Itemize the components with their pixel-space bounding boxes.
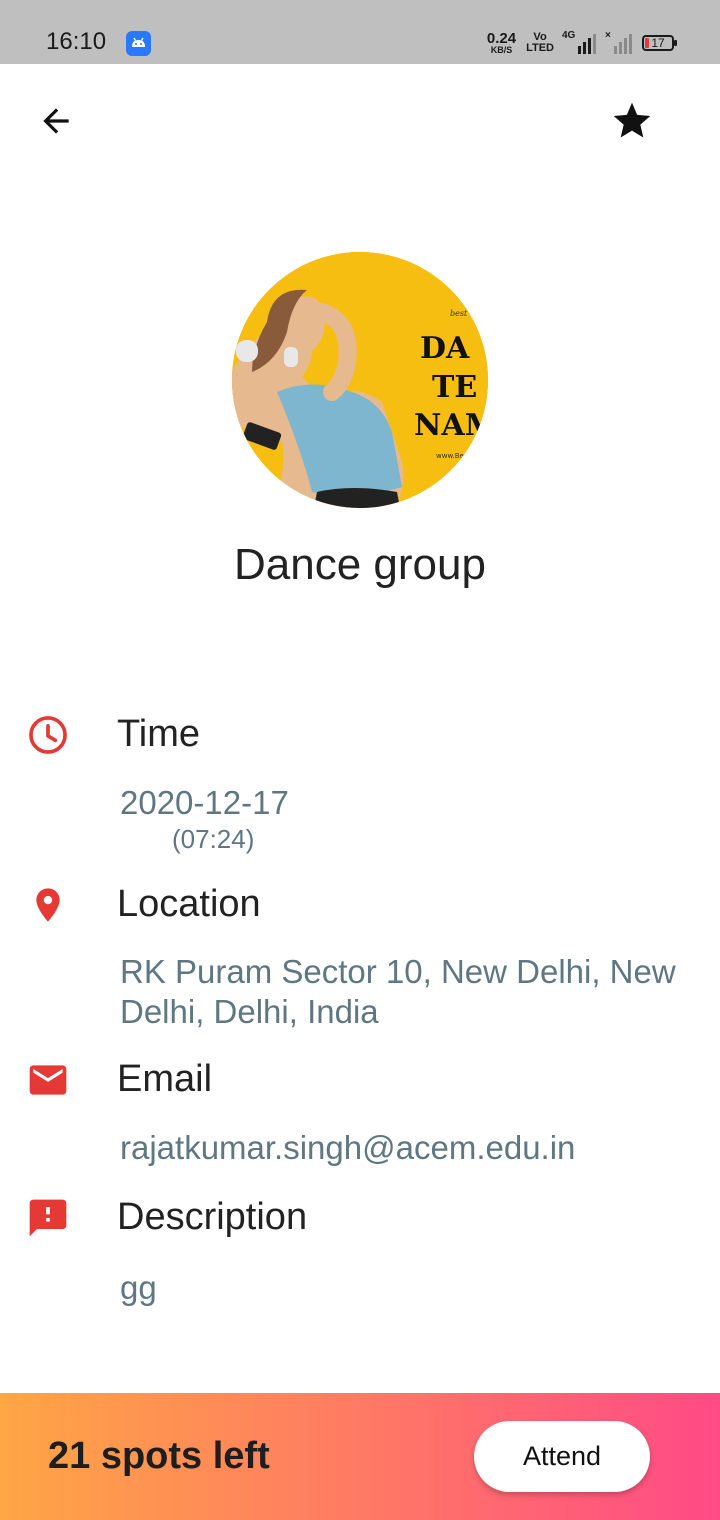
arrow-back-icon	[43, 108, 69, 134]
network-type-label: 4G	[562, 30, 576, 41]
time-label: Time	[117, 713, 201, 755]
android-notification-icon	[126, 31, 151, 56]
signal-no-service-icon: ×	[605, 30, 632, 54]
star-icon	[613, 102, 651, 138]
attend-bar: 21 spots left Attend	[0, 1393, 720, 1520]
description-value: gg	[120, 1269, 157, 1306]
clock-icon	[25, 712, 71, 758]
volte-bottom: LTED	[526, 42, 554, 54]
volte-indicator: Vo LTED	[526, 32, 554, 54]
image-text-line2: TE	[432, 370, 477, 405]
feedback-icon	[25, 1195, 71, 1241]
image-text-line3: NAM	[414, 408, 488, 443]
status-indicators: 0.24 KB/S Vo LTED 4G × 17	[487, 30, 677, 56]
battery-icon: 17	[642, 35, 677, 51]
location-line2: Delhi, Delhi, India	[120, 993, 379, 1030]
location-pin-icon	[25, 882, 71, 928]
event-title: Dance group	[234, 540, 486, 589]
spots-left: 21 spots left	[48, 1435, 270, 1477]
favorite-button[interactable]	[607, 96, 657, 146]
email-label: Email	[117, 1058, 213, 1100]
status-time: 16:10	[46, 28, 107, 55]
attend-button[interactable]: Attend	[474, 1421, 650, 1492]
event-date: 2020-12-17	[120, 784, 289, 821]
status-bar: 16:10 0.24 KB/S Vo LTED 4G × 17	[0, 0, 720, 64]
email-value[interactable]: rajatkumar.singh@acem.edu.in	[120, 1128, 575, 1168]
event-clock-time: (07:24)	[172, 824, 255, 854]
location-line1: RK Puram Sector 10, New Delhi, New	[120, 953, 676, 990]
description-label: Description	[117, 1196, 308, 1238]
network-speed-unit: KB/S	[490, 45, 513, 55]
image-caption-best: best	[450, 309, 468, 318]
network-speed: 0.24 KB/S	[487, 31, 516, 55]
battery-level: 17	[651, 36, 665, 50]
back-button[interactable]	[31, 96, 81, 146]
no-service-mark: ×	[605, 30, 611, 41]
event-image: best DA TE NAM www.Be	[232, 252, 488, 508]
network-speed-value: 0.24	[486, 30, 517, 47]
image-text-line1: DA	[420, 331, 470, 366]
signal-4g-icon: 4G	[562, 30, 596, 54]
location-label: Location	[117, 883, 261, 925]
image-caption-url: www.Be	[436, 452, 464, 460]
mail-icon	[25, 1057, 71, 1103]
